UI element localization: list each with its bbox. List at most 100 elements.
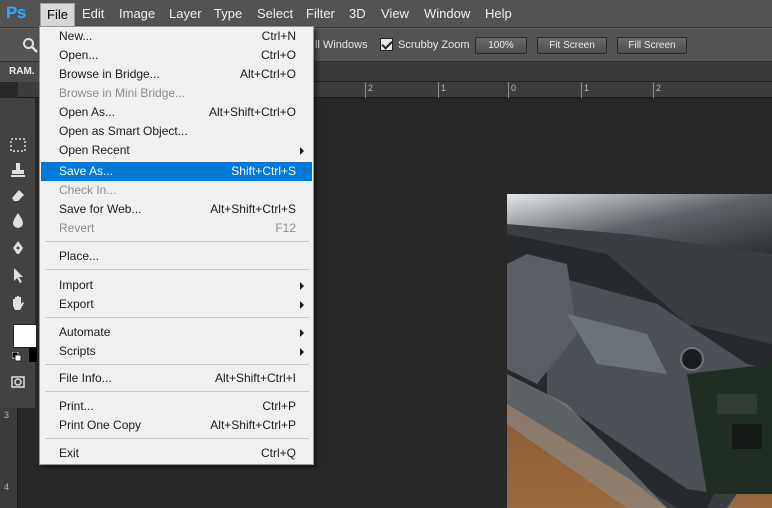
photoshop-logo: Ps — [6, 3, 26, 22]
menu-window[interactable]: Window — [418, 4, 476, 24]
scrubby-zoom-label[interactable]: Scrubby Zoom — [398, 39, 470, 51]
menu-item-label: Save for Web... — [59, 202, 142, 216]
ruler-label: 4 — [4, 482, 10, 492]
menu-item-shortcut: Alt+Ctrl+O — [239, 67, 296, 81]
menu-item-open[interactable]: Open... Ctrl+O — [41, 46, 312, 65]
menu-item-label: Open Recent — [59, 143, 130, 157]
menu-item-shortcut: Shift+Ctrl+S — [231, 164, 296, 178]
menu-help[interactable]: Help — [479, 4, 518, 24]
menu-item-scripts[interactable]: Scripts — [41, 342, 312, 361]
pen-icon[interactable] — [9, 239, 27, 257]
quick-mask-icon[interactable] — [11, 375, 25, 389]
eraser-icon[interactable] — [9, 186, 27, 204]
menu-item-label: Browse in Mini Bridge... — [59, 86, 186, 100]
submenu-arrow-icon — [300, 301, 304, 309]
menu-item-print[interactable]: Print... Ctrl+P — [41, 397, 312, 416]
menu-item-place[interactable]: Place... — [41, 247, 312, 266]
fit-screen-button[interactable]: Fit Screen — [537, 37, 607, 54]
menu-item-open-as-smart-object[interactable]: Open as Smart Object... — [41, 122, 312, 141]
menu-separator — [45, 317, 309, 318]
menu-type[interactable]: Type — [208, 4, 248, 24]
menu-item-import[interactable]: Import — [41, 276, 312, 295]
zoom-magnifier-icon[interactable] — [22, 37, 38, 53]
menu-item-label: Export — [59, 297, 94, 311]
menu-separator — [45, 364, 309, 365]
menu-filter[interactable]: Filter — [300, 4, 341, 24]
menu-item-shortcut: Alt+Shift+Ctrl+I — [214, 371, 296, 385]
menu-item-label: Automate — [59, 325, 111, 339]
ruler-tick — [365, 82, 366, 98]
menu-item-exit[interactable]: Exit Ctrl+Q — [41, 444, 312, 463]
stamp-icon[interactable] — [9, 161, 27, 179]
ruler-tick — [508, 82, 509, 98]
menu-item-shortcut: Alt+Shift+Ctrl+P — [210, 418, 296, 432]
menu-item-label: Import — [59, 278, 94, 292]
menu-item-label: Print... — [59, 399, 94, 413]
menu-item-open-as[interactable]: Open As... Alt+Shift+Ctrl+O — [41, 103, 312, 122]
menu-file[interactable]: File — [40, 3, 75, 27]
menu-item-save-as[interactable]: Save As... Shift+Ctrl+S — [41, 162, 312, 181]
vertical-ruler: 3 4 — [0, 408, 18, 508]
menu-item-new[interactable]: New... Ctrl+N — [41, 27, 312, 46]
blur-drop-icon[interactable] — [9, 211, 27, 229]
fill-screen-button[interactable]: Fill Screen — [617, 37, 687, 54]
menu-item-browse-in-mini-bridge[interactable]: Browse in Mini Bridge... — [41, 84, 312, 103]
hand-icon[interactable] — [9, 294, 27, 312]
menu-item-shortcut: Ctrl+O — [260, 48, 296, 62]
menu-item-browse-in-bridge[interactable]: Browse in Bridge... Alt+Ctrl+O — [41, 65, 312, 84]
foreground-color-swatch[interactable] — [13, 324, 37, 348]
ruler-tick — [653, 82, 654, 98]
ruler-label: 2 — [368, 83, 374, 93]
menu-item-label: Scripts — [59, 344, 96, 358]
zoom-100-button[interactable]: 100% — [475, 37, 527, 54]
menu-item-shortcut: Ctrl+P — [262, 399, 296, 413]
document-tab[interactable]: RAM. — [0, 62, 40, 82]
submenu-arrow-icon — [300, 147, 304, 155]
ruler-label: 1 — [584, 83, 590, 93]
menu-bar: Ps File Edit Image Layer Type Select Fil… — [0, 0, 772, 28]
menu-item-label: Open... — [59, 48, 99, 62]
menu-item-label: Check In... — [59, 183, 117, 197]
default-colors-icon[interactable] — [12, 352, 22, 362]
menu-edit[interactable]: Edit — [76, 4, 110, 24]
menu-item-label: Open as Smart Object... — [59, 124, 188, 138]
zoom-all-windows-label[interactable]: ll Windows — [315, 39, 368, 51]
menu-separator — [45, 241, 309, 242]
selection-arrow-icon[interactable] — [9, 266, 27, 284]
menu-item-label: Revert — [59, 221, 95, 235]
menu-item-export[interactable]: Export — [41, 295, 312, 314]
submenu-arrow-icon — [300, 348, 304, 356]
menu-item-label: Open As... — [59, 105, 116, 119]
menu-item-check-in[interactable]: Check In... — [41, 181, 312, 200]
scrubby-zoom-checkbox[interactable] — [380, 38, 393, 51]
menu-view[interactable]: View — [375, 4, 415, 24]
menu-item-label: File Info... — [59, 371, 112, 385]
ruler-label: 0 — [511, 83, 517, 93]
menu-item-file-info[interactable]: File Info... Alt+Shift+Ctrl+I — [41, 369, 312, 388]
menu-item-print-one-copy[interactable]: Print One Copy Alt+Shift+Ctrl+P — [41, 416, 312, 435]
menu-item-automate[interactable]: Automate — [41, 323, 312, 342]
menu-layer[interactable]: Layer — [163, 4, 208, 24]
menu-item-revert[interactable]: Revert F12 — [41, 219, 312, 238]
submenu-arrow-icon — [300, 282, 304, 290]
menu-item-shortcut: F12 — [275, 221, 296, 235]
marquee-icon[interactable] — [9, 136, 27, 154]
menu-item-save-for-web[interactable]: Save for Web... Alt+Shift+Ctrl+S — [41, 200, 312, 219]
submenu-arrow-icon — [300, 329, 304, 337]
menu-image[interactable]: Image — [113, 4, 161, 24]
canvas-image[interactable] — [507, 194, 772, 508]
ruler-label: 2 — [656, 83, 662, 93]
ruler-label: 1 — [441, 83, 447, 93]
background-color-swatch[interactable] — [29, 348, 37, 362]
menu-3d[interactable]: 3D — [343, 4, 372, 24]
ruler-tick — [581, 82, 582, 98]
menu-separator — [45, 438, 309, 439]
ruler-tick — [438, 82, 439, 98]
menu-item-open-recent[interactable]: Open Recent — [41, 141, 312, 160]
tools-panel — [0, 98, 37, 408]
menu-select[interactable]: Select — [251, 4, 299, 24]
menu-item-label: Exit — [59, 446, 80, 460]
file-menu-dropdown: New... Ctrl+N Open... Ctrl+O Browse in B… — [39, 26, 314, 465]
menu-item-shortcut: Ctrl+N — [261, 29, 296, 43]
menu-item-label: Print One Copy — [59, 418, 142, 432]
